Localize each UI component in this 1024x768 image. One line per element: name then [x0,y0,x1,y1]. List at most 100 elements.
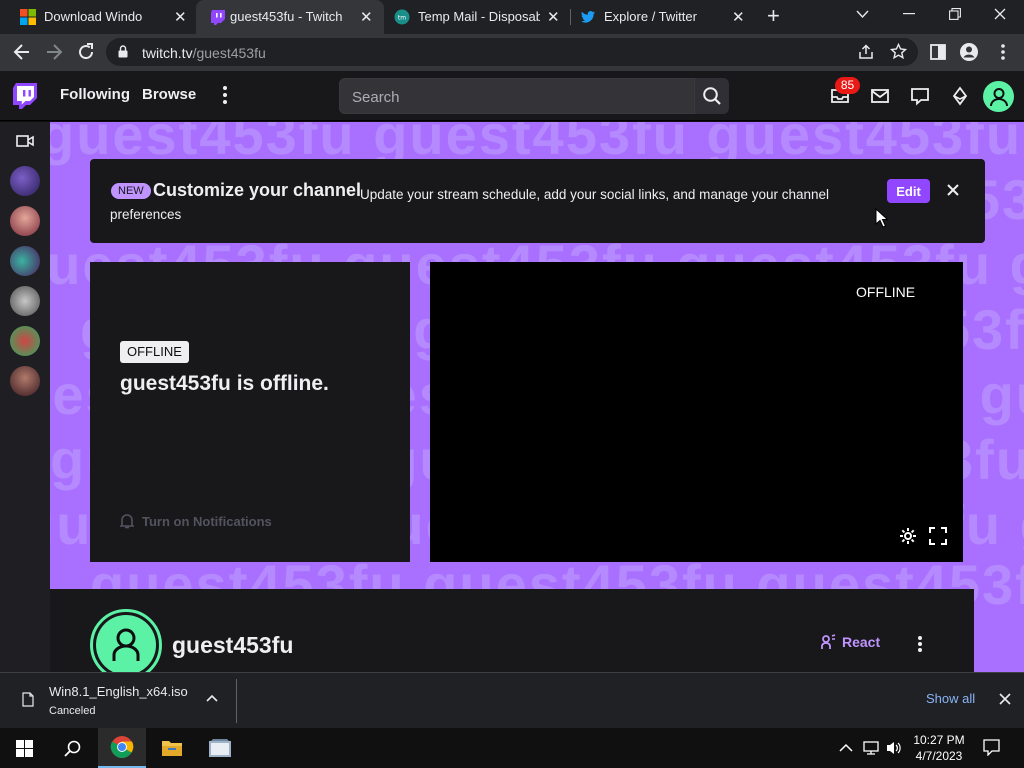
chevron-up-icon[interactable] [206,694,218,702]
edit-button[interactable]: Edit [887,179,930,203]
twitch-top-nav: Following Browse Search 85 [0,71,1024,121]
close-window-icon[interactable] [994,8,1006,20]
channel-avatar[interactable] [90,609,162,672]
followed-channel-avatar[interactable] [10,246,40,276]
chrome-menu-icon[interactable] [993,42,1013,62]
system-clock[interactable]: 10:27 PM 4/7/2023 [912,732,966,764]
user-avatar[interactable] [983,81,1014,112]
tab-download-windows[interactable]: Download Windows 8.1 ✕ [6,0,196,34]
lock-icon[interactable] [118,45,128,58]
video-player[interactable]: OFFLINE [430,262,963,562]
channel-name: guest453fu [172,632,294,658]
browser-toolbar: twitch.tv/guest453fu [0,34,1024,71]
close-tab-icon[interactable]: ✕ [360,8,373,26]
side-panel-icon[interactable] [928,42,948,62]
taskbar-file-explorer[interactable] [148,728,196,768]
offline-card: OFFLINE guest453fu is offline. Turn on N… [90,262,410,562]
close-tab-icon[interactable]: ✕ [547,8,560,26]
file-icon [22,692,34,707]
close-icon[interactable] [999,693,1011,705]
url-domain: twitch.tv [142,45,193,61]
divider [236,679,237,723]
start-button[interactable] [0,728,48,768]
bell-icon [120,514,134,529]
notification-count-badge: 85 [835,77,860,94]
download-filename[interactable]: Win8.1_English_x64.iso [49,684,188,699]
forward-arrow-icon[interactable] [44,42,64,62]
twitch-logo-icon[interactable] [13,83,37,109]
react-button[interactable]: React [820,634,880,650]
restore-icon[interactable] [949,8,961,20]
mouse-cursor-icon [875,208,889,228]
notifications-label: Turn on Notifications [142,513,272,529]
more-vertical-icon[interactable] [218,84,232,106]
fullscreen-icon[interactable] [929,527,947,545]
new-tab-icon[interactable]: + [767,5,780,27]
search-button[interactable] [695,78,729,114]
whispers-mail-icon[interactable] [870,86,890,106]
bookmark-star-icon[interactable] [890,43,907,60]
minimize-icon[interactable] [903,13,915,15]
taskbar-search-button[interactable] [48,728,96,768]
tab-search-chevron-icon[interactable] [856,10,869,19]
more-vertical-icon[interactable] [916,635,924,653]
followed-channels-sidebar [0,122,50,672]
followed-channel-avatar[interactable] [10,286,40,316]
windows-start-icon [15,739,33,757]
close-icon[interactable] [945,182,961,198]
tab-title: Explore / Twitter [604,9,697,24]
profile-icon[interactable] [959,42,979,62]
close-tab-icon[interactable]: ✕ [174,8,187,26]
share-icon[interactable] [858,44,874,60]
back-arrow-icon[interactable] [12,42,32,62]
settings-gear-icon[interactable] [899,527,917,545]
search-icon [703,87,721,105]
player-offline-label: OFFLINE [856,284,916,300]
browser-tab-strip: Download Windows 8.1 ✕ guest453fu - Twit… [0,0,1024,34]
tab-separator [570,9,571,25]
channel-page: guest453fu guest453fu guest453fu guest45… [50,122,1024,672]
show-all-downloads-link[interactable]: Show all [926,691,975,706]
network-icon[interactable] [862,740,880,756]
search-placeholder: Search [352,89,400,106]
followed-channel-avatar[interactable] [10,326,40,356]
tab-title: guest453fu - Twitch [230,9,343,24]
followed-channel-avatar[interactable] [10,206,40,236]
video-camera-icon[interactable] [16,134,34,148]
tab-title: Download Windows 8.1 [44,9,142,24]
svg-text:tm: tm [398,15,406,22]
download-status: Canceled [49,705,96,717]
tempmail-icon: tm [394,9,410,25]
search-input[interactable]: Search [339,78,695,114]
nav-following[interactable]: Following [60,86,130,103]
address-bar[interactable]: twitch.tv/guest453fu [106,38,918,66]
tab-twitter[interactable]: Explore / Twitter ✕ [572,0,758,34]
nav-browse[interactable]: Browse [142,86,196,103]
action-center-icon[interactable] [983,739,1000,756]
taskbar-app[interactable] [196,728,244,768]
followed-channel-avatar[interactable] [10,366,40,396]
tab-temp-mail[interactable]: tm Temp Mail - Disposable ✕ [384,0,570,34]
url-text: twitch.tv/guest453fu [142,45,266,61]
banner-description-wrap: Update your stream schedule, add your so… [110,185,850,225]
user-silhouette-icon [112,628,140,661]
volume-icon[interactable] [885,740,903,756]
chevron-up-icon[interactable] [839,743,853,753]
user-silhouette-icon [989,87,1008,106]
tab-twitch[interactable]: guest453fu - Twitch ✕ [196,0,384,34]
tab-title: Temp Mail - Disposable [418,9,540,24]
turn-on-notifications-button[interactable]: Turn on Notifications [120,513,272,529]
taskbar-chrome[interactable] [98,728,146,768]
channel-info-bar: guest453fu React [50,589,974,672]
chat-bubble-icon[interactable] [910,86,930,106]
offline-title: guest453fu is offline. [120,372,329,395]
app-window-icon [209,739,231,757]
followed-channel-avatar[interactable] [10,166,40,196]
windows-logo-icon [20,9,36,25]
url-path: /guest453fu [192,45,266,61]
reload-icon[interactable] [76,42,96,62]
bits-crown-icon[interactable] [950,86,970,106]
react-label: React [842,634,881,650]
windows-taskbar: 10:27 PM 4/7/2023 [0,728,1024,768]
close-tab-icon[interactable]: ✕ [732,8,745,26]
